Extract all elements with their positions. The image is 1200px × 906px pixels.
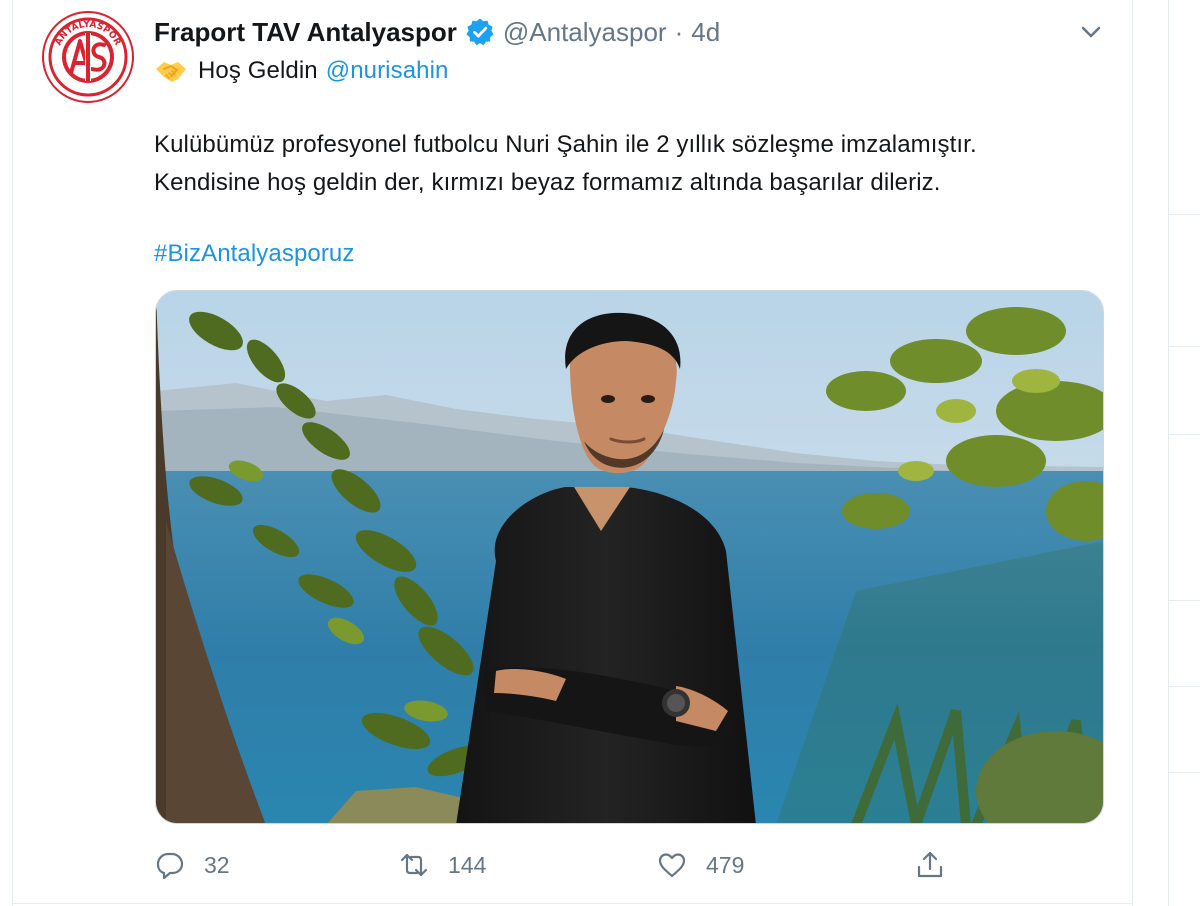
reply-icon xyxy=(156,852,184,880)
chevron-down-icon[interactable] xyxy=(1077,18,1105,46)
tweet-timestamp[interactable]: 4d xyxy=(691,17,720,48)
retweet-count: 144 xyxy=(448,851,487,878)
reply-button[interactable]: 32 xyxy=(154,843,230,887)
tweet-bottom-border xyxy=(12,903,1133,904)
greeting-line: Hoş Geldin @nurisahin xyxy=(154,57,449,85)
sidebar-divider xyxy=(1168,772,1200,773)
tweet-media-video[interactable] xyxy=(155,290,1104,824)
separator-dot: · xyxy=(674,16,684,47)
sidebar-divider xyxy=(1168,214,1200,215)
sidebar-edge xyxy=(1168,0,1200,906)
tweet-header: Fraport TAV Antalyaspor @Antalyaspor · 4… xyxy=(154,12,720,52)
sidebar-divider xyxy=(1168,600,1200,601)
user-handle[interactable]: @Antalyaspor xyxy=(503,17,667,48)
display-name[interactable]: Fraport TAV Antalyaspor xyxy=(154,17,457,48)
sidebar-divider xyxy=(1168,686,1200,687)
tweet[interactable]: ANTALYASPOR Fraport TAV Antalyaspor @Ant… xyxy=(13,0,1132,903)
antalyaspor-logo: ANTALYASPOR xyxy=(48,17,128,97)
greeting-text: Hoş Geldin xyxy=(198,57,318,84)
mention-link[interactable]: @nurisahin xyxy=(326,57,449,85)
tweet-body-line: Kulübümüz profesyonel futbolcu Nuri Şahi… xyxy=(154,131,977,158)
verified-badge-icon xyxy=(465,17,495,47)
sidebar-divider xyxy=(1168,434,1200,435)
player-photo xyxy=(156,291,1103,823)
tweet-body-line: Kendisine hoş geldin der, kırmızı beyaz … xyxy=(154,169,941,196)
share-button[interactable] xyxy=(914,843,946,887)
like-button[interactable]: 479 xyxy=(656,843,744,887)
sidebar-divider xyxy=(1168,346,1200,347)
hashtag-link[interactable]: #BizAntalyasporuz xyxy=(154,240,354,268)
handshake-emoji-icon xyxy=(154,57,188,85)
retweet-icon xyxy=(400,853,428,877)
reply-count: 32 xyxy=(204,851,230,878)
share-icon xyxy=(917,851,943,878)
heart-icon xyxy=(658,853,686,878)
retweet-button[interactable]: 144 xyxy=(398,843,486,887)
like-count: 479 xyxy=(706,851,745,878)
avatar[interactable]: ANTALYASPOR xyxy=(42,11,134,103)
tweet-actions: 32 144 479 xyxy=(154,843,954,887)
